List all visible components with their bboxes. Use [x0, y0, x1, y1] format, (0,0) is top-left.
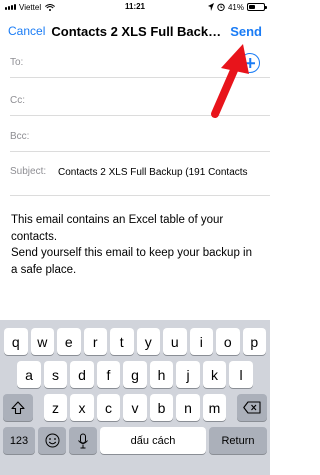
signal-icon — [5, 4, 16, 10]
carrier-name: Viettel — [19, 2, 42, 12]
shift-icon[interactable] — [3, 394, 33, 421]
key-b[interactable]: b — [149, 394, 174, 421]
key-d[interactable]: d — [70, 361, 94, 388]
status-bar: Viettel 11:21 41% — [0, 0, 270, 14]
to-label: To: — [10, 57, 24, 68]
key-p[interactable]: p — [242, 328, 266, 355]
alarm-icon — [217, 3, 225, 11]
keyboard-row-1: qwertyuiop — [0, 328, 270, 355]
key-v[interactable]: v — [123, 394, 147, 421]
red-arrow-annotation — [211, 44, 249, 118]
key-q[interactable]: q — [4, 328, 28, 355]
key-g[interactable]: g — [123, 361, 147, 388]
battery-icon — [247, 3, 267, 11]
email-body[interactable]: This email contains an Excel table of yo… — [11, 212, 261, 278]
key-h[interactable]: h — [149, 361, 174, 388]
cc-label: Cc: — [10, 95, 25, 106]
keyboard-row-3: zxcvbnm — [0, 394, 270, 421]
keyboard-row-4: 123 dấu cách Return — [0, 427, 270, 454]
keyboard: qwertyuiop asdfghjkl zxcvbnm 123 dấu các… — [0, 320, 270, 475]
subject-value[interactable]: Contacts 2 XLS Full Backup (191 Contacts — [58, 166, 248, 180]
key-c[interactable]: c — [96, 394, 121, 421]
battery-percent: 41% — [227, 2, 244, 12]
key-l[interactable]: l — [229, 361, 253, 388]
return-key[interactable]: Return — [209, 427, 267, 454]
compose-title: Contacts 2 XLS Full Backu... — [51, 23, 227, 39]
wifi-icon — [45, 3, 56, 11]
key-w[interactable]: w — [30, 328, 54, 355]
key-f[interactable]: f — [96, 361, 121, 388]
numbers-key[interactable]: 123 — [3, 427, 35, 454]
key-n[interactable]: n — [176, 394, 200, 421]
key-j[interactable]: j — [176, 361, 200, 388]
subject-field[interactable]: Subject: Contacts 2 XLS Full Backup (191… — [10, 136, 270, 196]
key-o[interactable]: o — [216, 328, 240, 355]
location-icon — [207, 3, 214, 11]
key-x[interactable]: x — [70, 394, 94, 421]
cancel-button[interactable]: Cancel — [8, 24, 45, 38]
backspace-icon[interactable] — [237, 394, 267, 421]
key-z[interactable]: z — [43, 394, 68, 421]
key-s[interactable]: s — [43, 361, 68, 388]
key-a[interactable]: a — [17, 361, 41, 388]
key-r[interactable]: r — [83, 328, 107, 355]
space-key[interactable]: dấu cách — [100, 427, 206, 454]
keyboard-row-2: asdfghjkl — [0, 361, 270, 388]
subject-label: Subject: — [10, 166, 47, 177]
key-k[interactable]: k — [202, 361, 227, 388]
key-y[interactable]: y — [136, 328, 160, 355]
emoji-icon[interactable] — [38, 427, 66, 454]
key-m[interactable]: m — [202, 394, 227, 421]
microphone-icon[interactable] — [69, 427, 97, 454]
key-u[interactable]: u — [163, 328, 187, 355]
key-t[interactable]: t — [110, 328, 134, 355]
send-button[interactable]: Send — [230, 24, 262, 39]
body-line-2: Send yourself this email to keep your ba… — [11, 247, 252, 276]
key-i[interactable]: i — [189, 328, 213, 355]
key-e[interactable]: e — [57, 328, 81, 355]
body-line-1: This email contains an Excel table of yo… — [11, 214, 224, 243]
